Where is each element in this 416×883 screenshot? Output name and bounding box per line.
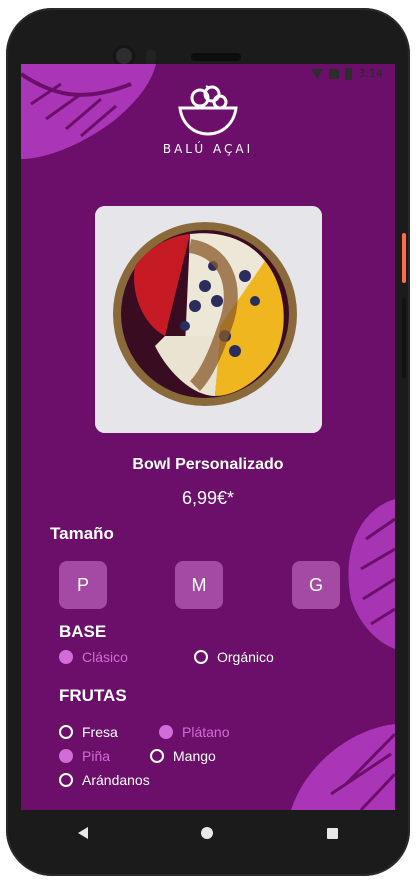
status-time: 3:14 — [358, 67, 383, 80]
base-section-title: BASE — [59, 622, 107, 641]
front-camera — [116, 48, 132, 64]
battery-icon — [345, 67, 353, 80]
radio-selected[interactable] — [159, 725, 173, 739]
acai-bowl-image — [95, 206, 322, 433]
option-label: Plátano — [182, 724, 230, 740]
size-button-p[interactable]: P — [59, 561, 107, 609]
frutas-section-title: FRUTAS — [59, 686, 127, 705]
radio-unselected[interactable] — [150, 749, 164, 763]
size-button-m[interactable]: M — [175, 561, 223, 609]
volume-button — [402, 298, 406, 378]
fruit-option-fresa[interactable]: Fresa — [59, 724, 118, 740]
base-option-organico[interactable]: Orgánico — [194, 649, 274, 665]
option-label: Arándanos — [82, 772, 150, 788]
status-bar: 3:14 — [311, 67, 383, 80]
fruit-option-mango[interactable]: Mango — [150, 748, 216, 764]
signal-icon — [329, 68, 340, 79]
product-price: 6,99€* — [181, 488, 235, 508]
base-option-clasico[interactable]: Clásico — [59, 649, 128, 665]
earpiece-speaker — [191, 53, 241, 61]
radio-selected[interactable] — [59, 749, 73, 763]
app-screen: 3:14 BALÚ AÇAI Bowl Personalizado 6,99€* — [21, 64, 395, 810]
proximity-sensor — [146, 50, 156, 64]
wifi-icon — [311, 68, 324, 79]
option-label: Fresa — [82, 724, 118, 740]
back-icon[interactable] — [77, 827, 88, 839]
radio-unselected[interactable] — [59, 773, 73, 787]
android-nav-bar — [21, 810, 395, 856]
size-button-g[interactable]: G — [292, 561, 340, 609]
option-label: Piña — [82, 748, 111, 764]
fruit-option-platano[interactable]: Plátano — [159, 724, 229, 740]
bowl-logo-icon — [178, 85, 238, 136]
monstera-leaf-icon — [291, 724, 395, 810]
fruit-option-arandanos[interactable]: Arándanos — [59, 772, 150, 788]
radio-unselected[interactable] — [59, 725, 73, 739]
home-icon[interactable] — [201, 827, 214, 839]
size-section-title: Tamaño — [50, 524, 114, 543]
option-label: Clásico — [82, 649, 128, 665]
option-label: Mango — [173, 748, 216, 764]
fruit-option-pina[interactable]: Piña — [59, 748, 110, 764]
product-title: Bowl Personalizado — [132, 456, 284, 473]
option-label: Orgánico — [217, 649, 274, 665]
product-image — [95, 206, 322, 433]
radio-unselected[interactable] — [194, 650, 208, 664]
radio-selected[interactable] — [59, 650, 73, 664]
power-button — [402, 233, 406, 283]
recents-icon[interactable] — [327, 827, 339, 839]
monstera-leaf-icon — [348, 499, 395, 649]
brand-name: BALÚ AÇAI — [162, 142, 254, 156]
